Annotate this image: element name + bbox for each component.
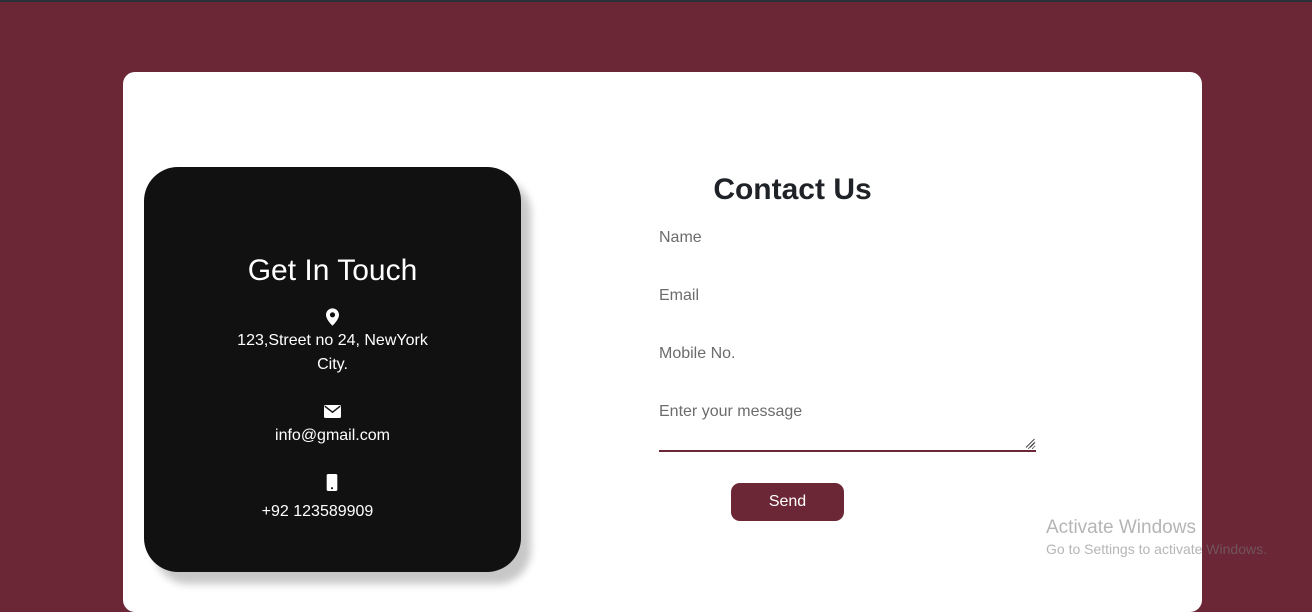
send-button[interactable]: Send: [731, 483, 844, 521]
map-pin-icon: [326, 308, 339, 326]
name-input[interactable]: [659, 226, 1036, 250]
message-textarea[interactable]: [659, 402, 1036, 452]
get-in-touch-title: Get In Touch: [247, 254, 418, 287]
address-line-1: 123,Street no 24, NewYork: [237, 332, 428, 349]
get-in-touch-panel: Get In Touch 123,Street no 24, NewYork C…: [144, 167, 521, 572]
phone-text: +92 123589909: [261, 503, 374, 520]
email-text: info@gmail.com: [275, 427, 390, 444]
address-line-2: City.: [317, 356, 348, 373]
email-input[interactable]: [659, 284, 1036, 308]
mobile-phone-icon: [326, 474, 338, 491]
envelope-icon: [324, 405, 341, 418]
contact-us-title: Contact Us: [713, 173, 872, 206]
mobile-input[interactable]: [659, 342, 1036, 366]
top-border: [0, 0, 1312, 2]
